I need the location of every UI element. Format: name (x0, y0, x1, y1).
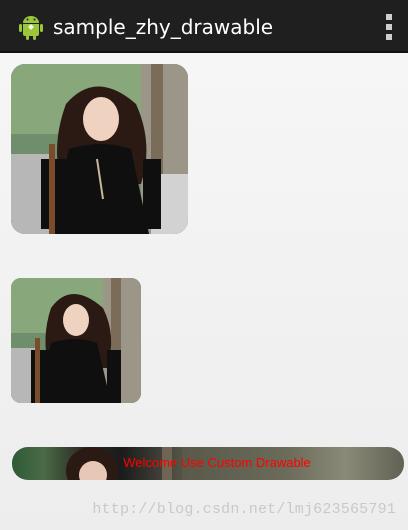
banner-drawable: Welcome Use Custom Drawable (12, 447, 404, 480)
android-robot-icon[interactable] (16, 11, 46, 41)
app-title: sample_zhy_drawable (53, 15, 274, 39)
action-bar: sample_zhy_drawable (0, 0, 408, 53)
portrait-image (11, 64, 188, 234)
banner-text: Welcome Use Custom Drawable (123, 455, 311, 470)
photo-small-rounded (11, 278, 141, 403)
photo-large-rounded (11, 64, 188, 234)
more-vertical-icon[interactable] (384, 14, 394, 40)
watermark-text: http://blog.csdn.net/lmj623565791 (92, 501, 396, 518)
portrait-image (11, 278, 141, 403)
